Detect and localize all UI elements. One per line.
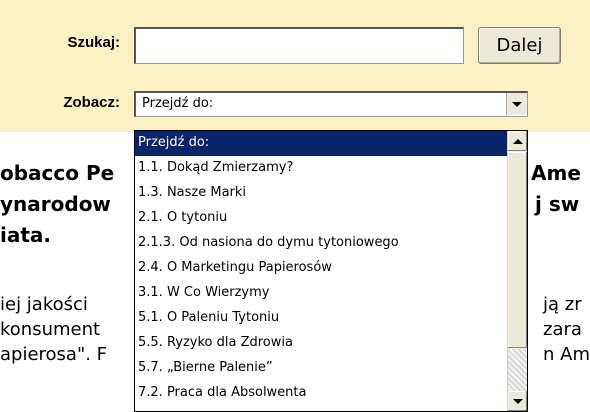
article-body-line-2-left: konsument bbox=[0, 319, 101, 340]
search-panel: Szukaj: Dalej Zobacz: Przejdź do: bbox=[0, 0, 590, 132]
article-heading-line-1-left: obacco Pe bbox=[0, 161, 115, 185]
article-heading-line-2-right: j sw bbox=[535, 192, 580, 216]
scroll-up-button[interactable] bbox=[508, 131, 527, 151]
article-body-line-2-right: zara bbox=[543, 319, 582, 340]
article-body-line-1-right: ją zr bbox=[543, 294, 582, 315]
dropdown-option[interactable]: Przejdź do: bbox=[135, 131, 508, 156]
dropdown-option[interactable]: 5.7. „Bierne Palenie” bbox=[135, 356, 508, 381]
article-heading-line-3-left: iata. bbox=[0, 223, 52, 247]
article-body-line-3-left: apierosa". F bbox=[0, 344, 108, 365]
scrollbar-track[interactable] bbox=[508, 349, 527, 391]
article-heading-line-1-right: Ame bbox=[531, 161, 581, 185]
dropdown-option[interactable]: 1.3. Nasze Marki bbox=[135, 181, 508, 206]
arrow-up-icon bbox=[512, 138, 523, 144]
dropdown-option[interactable]: 5.5. Ryzyko dla Zdrowia bbox=[135, 331, 508, 356]
navigate-select-value: Przejdź do: bbox=[142, 96, 214, 111]
search-input[interactable] bbox=[134, 27, 464, 64]
dropdown-option[interactable]: 3.1. W Co Wierzymy bbox=[135, 281, 508, 306]
dropdown-option[interactable]: 2.1. O tytoniu bbox=[135, 206, 508, 231]
dropdown-option[interactable]: 2.4. O Marketingu Papierosów bbox=[135, 256, 508, 281]
arrow-down-icon bbox=[512, 398, 523, 404]
dropdown-option[interactable]: 7.2. Praca dla Absolwenta bbox=[135, 381, 508, 406]
search-submit-button[interactable]: Dalej bbox=[478, 27, 561, 64]
chevron-down-icon bbox=[512, 101, 522, 107]
navigate-select[interactable]: Przejdź do: bbox=[134, 91, 528, 117]
navigate-label: Zobacz: bbox=[63, 94, 120, 111]
navigate-dropdown-list[interactable]: Przejdź do: 1.1. Dokąd Zmierzamy? 1.3. N… bbox=[134, 130, 528, 412]
dropdown-option[interactable]: 1.1. Dokąd Zmierzamy? bbox=[135, 156, 508, 181]
dropdown-option[interactable]: 5.1. O Paleniu Tytoniu bbox=[135, 306, 508, 331]
search-label: Szukaj: bbox=[67, 34, 120, 51]
dropdown-option[interactable]: 2.1.3. Od nasiona do dymu tytoniowego bbox=[135, 231, 508, 256]
scroll-down-button[interactable] bbox=[508, 391, 527, 411]
article-heading-line-2-left: ynarodow bbox=[0, 192, 111, 216]
scrollbar-thumb[interactable] bbox=[508, 152, 527, 348]
article-body-line-3-right: n Am bbox=[543, 344, 590, 365]
article-body-line-1-left: iej jakości bbox=[0, 294, 88, 315]
select-dropdown-button[interactable] bbox=[506, 93, 527, 115]
dropdown-scrollbar[interactable] bbox=[507, 131, 527, 411]
